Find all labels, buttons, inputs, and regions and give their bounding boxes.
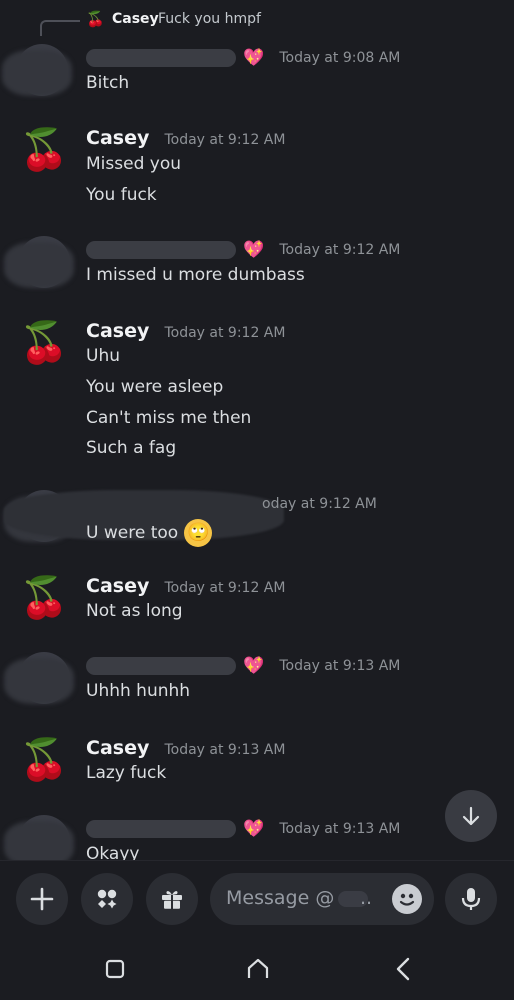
timestamp: Today at 9:13 AM bbox=[279, 658, 401, 674]
message-text: Such a fag bbox=[86, 438, 177, 458]
message-placeholder: Message @ bbox=[226, 887, 335, 909]
message-text: Uhu bbox=[86, 346, 120, 366]
timestamp: Today at 9:08 AM bbox=[279, 50, 401, 66]
username[interactable]: Casey bbox=[86, 320, 149, 342]
home-button[interactable] bbox=[243, 954, 273, 984]
timestamp: Today at 9:12 AM bbox=[164, 132, 286, 148]
username[interactable]: Casey bbox=[86, 127, 149, 149]
message-list[interactable]: 🍒 Casey Fuck you hmpf 💖 Today at 9:08 AM… bbox=[0, 0, 514, 860]
reply-connector bbox=[40, 20, 80, 36]
message[interactable]: 💖 Today at 9:12 AM I missed u more dumba… bbox=[0, 236, 514, 296]
add-attachment-button[interactable] bbox=[16, 873, 68, 925]
message[interactable]: oday at 9:12 AM U were too 🙄 bbox=[0, 490, 514, 550]
arrow-down-icon bbox=[462, 806, 480, 826]
message-header: 💖 Today at 9:08 AM bbox=[86, 44, 400, 72]
eye-roll-emoji: 🙄 bbox=[184, 519, 213, 547]
message-text: Missed you bbox=[86, 154, 181, 174]
redacted-username[interactable] bbox=[86, 819, 236, 838]
redacted-username[interactable] bbox=[86, 240, 236, 259]
avatar[interactable]: 🍒 bbox=[18, 124, 70, 176]
message-text: Uhhh hunhh bbox=[86, 681, 191, 701]
message-header: oday at 9:12 AM bbox=[262, 490, 377, 518]
redacted-username[interactable] bbox=[86, 48, 236, 67]
recents-icon bbox=[105, 959, 125, 979]
timestamp: oday at 9:12 AM bbox=[262, 496, 377, 512]
plus-icon bbox=[30, 887, 54, 911]
apps-button[interactable] bbox=[81, 873, 133, 925]
timestamp: Today at 9:13 AM bbox=[164, 742, 286, 758]
message-text: U were too 🙄 bbox=[86, 519, 213, 547]
heart-emoji: 💖 bbox=[243, 47, 265, 68]
placeholder-dots: .. bbox=[360, 887, 373, 909]
emoji-picker-button[interactable] bbox=[392, 884, 422, 914]
heart-emoji: 💖 bbox=[243, 655, 265, 676]
message-text: Can't miss me then bbox=[86, 408, 252, 428]
message-header: Casey Today at 9:12 AM bbox=[86, 317, 285, 345]
system-navigation-bar bbox=[0, 934, 514, 1000]
message-header: Casey Today at 9:12 AM bbox=[86, 124, 285, 152]
message-header: Casey Today at 9:13 AM bbox=[86, 734, 285, 762]
recents-button[interactable] bbox=[100, 954, 130, 984]
message[interactable]: 🍒 Casey Today at 9:12 AM Missed you You … bbox=[0, 124, 514, 214]
message[interactable]: 💖 Today at 9:08 AM Bitch bbox=[0, 44, 514, 104]
back-icon bbox=[396, 957, 410, 981]
microphone-icon bbox=[461, 888, 481, 910]
jump-to-present-button[interactable] bbox=[445, 790, 497, 842]
message-text: Not as long bbox=[86, 601, 183, 621]
avatar[interactable] bbox=[18, 652, 70, 704]
avatar[interactable] bbox=[18, 236, 70, 288]
message-text: You were asleep bbox=[86, 377, 224, 397]
avatar[interactable] bbox=[18, 815, 70, 860]
message-input[interactable]: Message @ .. bbox=[210, 873, 434, 925]
emoji-icon bbox=[399, 893, 415, 906]
avatar[interactable]: 🍒 bbox=[18, 317, 70, 369]
gift-icon bbox=[162, 891, 182, 909]
gift-button[interactable] bbox=[146, 873, 198, 925]
message[interactable]: 🍒 Casey Today at 9:13 AM Lazy fuck bbox=[0, 734, 514, 794]
message-header: 💖 Today at 9:12 AM bbox=[86, 236, 400, 264]
username[interactable]: Casey bbox=[86, 575, 149, 597]
message-text: Bitch bbox=[86, 73, 130, 93]
message-text: Lazy fuck bbox=[86, 763, 167, 783]
reply-text: Fuck you hmpf bbox=[158, 11, 261, 27]
message-header: Casey Today at 9:12 AM bbox=[86, 572, 285, 600]
message[interactable]: 🍒 Casey Today at 9:12 AM Uhu You were as… bbox=[0, 317, 514, 467]
apps-icon bbox=[97, 889, 117, 909]
reply-author[interactable]: Casey bbox=[112, 10, 159, 28]
avatar[interactable] bbox=[16, 44, 68, 96]
heart-emoji: 💖 bbox=[243, 818, 265, 839]
back-button[interactable] bbox=[388, 954, 418, 984]
message-text: I missed u more dumbass bbox=[86, 265, 305, 285]
reply-avatar: 🍒 bbox=[86, 10, 105, 28]
message-header: 💖 Today at 9:13 AM bbox=[86, 815, 400, 843]
message[interactable]: 💖 Today at 9:13 AM Uhhh hunhh bbox=[0, 652, 514, 712]
avatar[interactable]: 🍒 bbox=[18, 734, 70, 786]
timestamp: Today at 9:12 AM bbox=[164, 325, 286, 341]
voice-message-button[interactable] bbox=[445, 873, 497, 925]
message-text: Okayy bbox=[86, 844, 140, 860]
message-header: 💖 Today at 9:13 AM bbox=[86, 652, 400, 680]
home-icon bbox=[247, 958, 269, 978]
reply-preview[interactable]: 🍒 Casey Fuck you hmpf bbox=[0, 8, 514, 36]
heart-emoji: 💖 bbox=[243, 239, 265, 260]
username[interactable]: Casey bbox=[86, 737, 149, 759]
timestamp: Today at 9:12 AM bbox=[164, 580, 286, 596]
redacted-username[interactable] bbox=[86, 656, 236, 675]
message-text: You fuck bbox=[86, 185, 157, 205]
timestamp: Today at 9:12 AM bbox=[279, 242, 401, 258]
avatar[interactable]: 🍒 bbox=[18, 572, 70, 624]
message[interactable]: 🍒 Casey Today at 9:12 AM Not as long bbox=[0, 572, 514, 632]
message[interactable]: 💖 Today at 9:13 AM Okayy bbox=[0, 815, 514, 860]
timestamp: Today at 9:13 AM bbox=[279, 821, 401, 837]
message-composer: Message @ .. bbox=[0, 860, 514, 934]
